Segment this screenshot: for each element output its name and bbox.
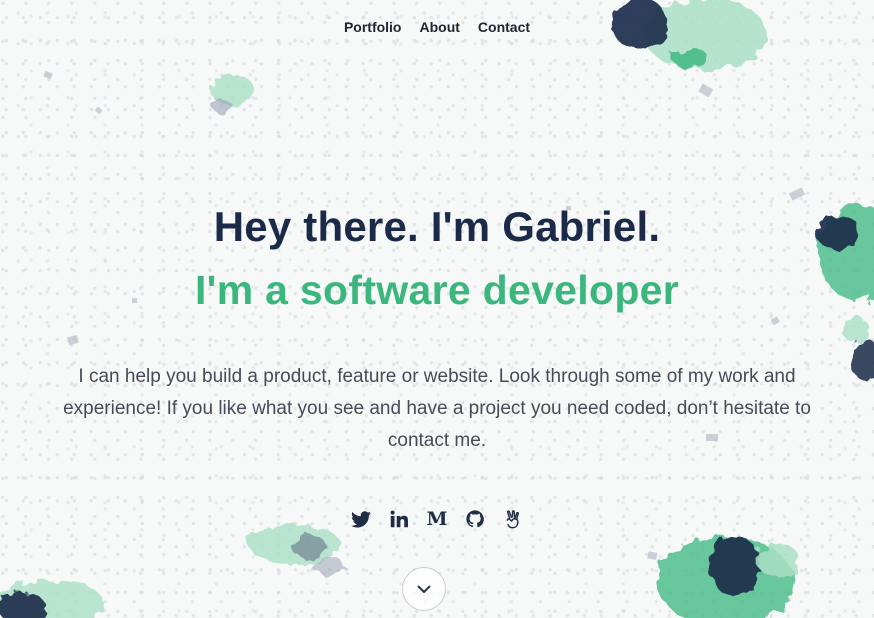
- scroll-down-button[interactable]: [402, 567, 446, 611]
- twitter-link[interactable]: [349, 506, 373, 532]
- medium-icon: M: [426, 507, 448, 530]
- linkedin-icon: [390, 510, 408, 528]
- angellist-link[interactable]: [501, 506, 525, 532]
- angellist-icon: [506, 509, 519, 528]
- nav-link-portfolio[interactable]: Portfolio: [344, 18, 402, 36]
- github-link[interactable]: [463, 506, 487, 532]
- main-nav: Portfolio About Contact: [0, 18, 874, 36]
- intro-line: contact me.: [387, 430, 487, 451]
- nav-link-contact[interactable]: Contact: [478, 18, 530, 36]
- medium-link[interactable]: M: [425, 506, 449, 532]
- linkedin-link[interactable]: [387, 506, 411, 532]
- social-links: M: [0, 506, 874, 532]
- intro-line: experience! If you like what you see and…: [63, 398, 811, 419]
- chevron-down-icon: [417, 585, 431, 593]
- hero-greeting: Hey there. I'm Gabriel.: [213, 203, 661, 250]
- nav-link-about[interactable]: About: [419, 18, 459, 36]
- twitter-icon: [351, 510, 371, 527]
- intro-text: I can help you build a product, feature …: [0, 361, 874, 457]
- intro-line: I can help you build a product, feature …: [78, 366, 796, 387]
- hero-role: I'm a software developer: [194, 267, 680, 313]
- github-icon: [466, 510, 484, 528]
